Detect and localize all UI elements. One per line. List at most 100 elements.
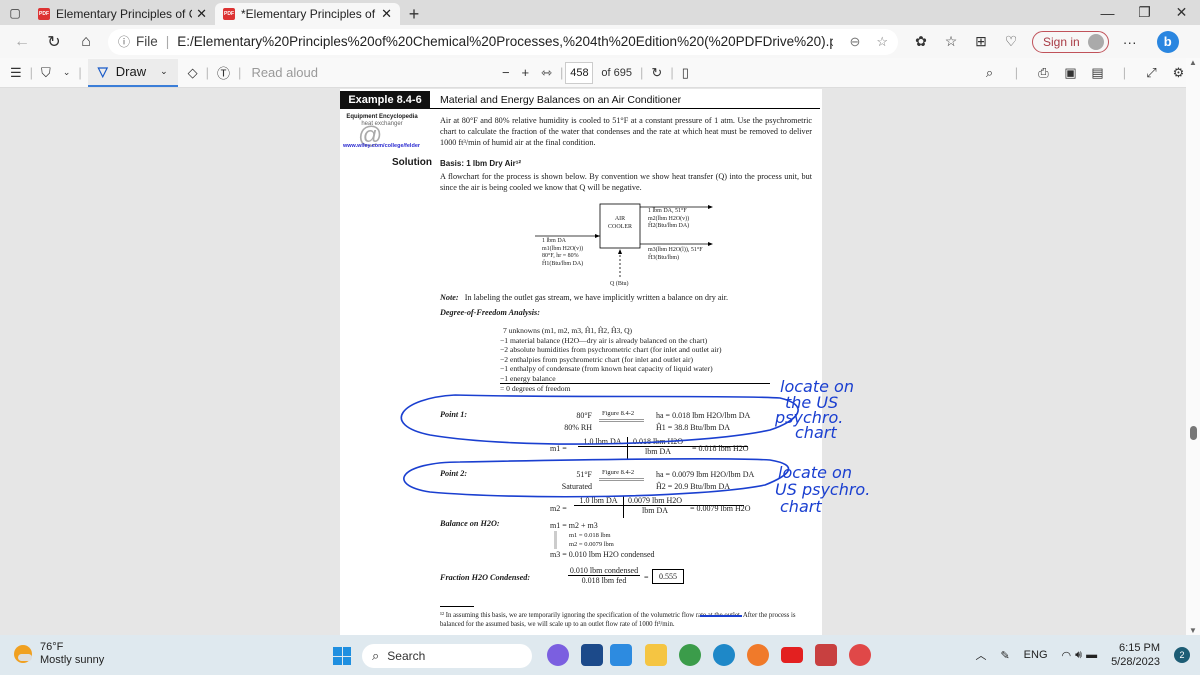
- battery-icon[interactable]: ▬: [1086, 649, 1097, 661]
- search-icon[interactable]: ⌕: [976, 65, 1003, 81]
- favorites-icon[interactable]: ☆: [936, 33, 966, 50]
- minimize-button[interactable]: —: [1089, 0, 1126, 25]
- language-indicator[interactable]: ENG: [1024, 649, 1048, 661]
- add-text-icon[interactable]: Ⓣ: [211, 59, 236, 87]
- zoom-out-button[interactable]: −: [496, 59, 516, 87]
- vertical-scrollbar[interactable]: ▲ ▼: [1186, 58, 1200, 635]
- close-tab-icon[interactable]: ✕: [196, 6, 207, 22]
- m1-result: = 0.018 lbm H2O: [692, 444, 749, 453]
- numerator: 1.0 lbm DA: [574, 496, 624, 505]
- stream-line: m2(lbm H2O(v)): [648, 215, 690, 222]
- fraction-expression: 0.010 lbm condensed 0.018 lbm fed: [568, 566, 640, 585]
- page-number-input[interactable]: 458: [565, 61, 594, 84]
- chrome-icon[interactable]: [679, 644, 701, 666]
- zoom-icon[interactable]: ⊖: [849, 34, 860, 50]
- pen-icon: ▽: [97, 63, 108, 79]
- dof-line: 7 unknowns (m1, m2, m3, Ĥ1, Ĥ2, Ĥ3, Q): [503, 326, 633, 335]
- note-text: In labeling the outlet gas stream, we ha…: [464, 293, 729, 302]
- save-icon[interactable]: ▣: [1057, 65, 1084, 81]
- balance-equations: m1 = m2 + m3 m1 = 0.018 lbm m2 = 0.0079 …: [550, 520, 655, 560]
- contents-icon[interactable]: ☰: [4, 59, 28, 87]
- save-as-icon[interactable]: ▤: [1084, 65, 1111, 81]
- tab-1[interactable]: PDF Elementary Principles of Chemica ✕: [30, 3, 215, 25]
- read-aloud-button[interactable]: Read aloud: [243, 65, 318, 80]
- equation: m3 = 0.010 lbm H2O condensed: [550, 550, 655, 559]
- divider: |: [670, 65, 674, 80]
- taskbar-search[interactable]: ⌕ Search: [362, 644, 532, 668]
- mail-icon[interactable]: [610, 644, 632, 666]
- divider: |: [78, 65, 82, 80]
- scroll-thumb[interactable]: [1190, 426, 1197, 440]
- highlight-icon[interactable]: ⛉: [35, 59, 57, 87]
- more-menu-icon[interactable]: ···: [1115, 34, 1145, 50]
- condition: Saturated: [561, 482, 592, 491]
- example-title: Material and Energy Balances on an Air C…: [440, 94, 682, 106]
- stream-line: 1 lbm DA, 51°F: [648, 208, 687, 214]
- chevron-down-icon[interactable]: ⌄: [57, 59, 77, 87]
- zoom-in-button[interactable]: +: [516, 59, 536, 87]
- numerator: 0.0079 lbm H2O: [628, 496, 682, 505]
- page-view-icon[interactable]: ▯: [676, 59, 695, 87]
- app-icon[interactable]: [849, 644, 871, 666]
- avatar: [1087, 33, 1104, 50]
- fit-to-page-icon[interactable]: ⇿: [535, 59, 558, 87]
- stream-line: m3(lbm H2O(l)), 51°F: [648, 247, 703, 253]
- weather-widget[interactable]: 76°F Mostly sunny: [14, 641, 104, 667]
- chevron-down-icon[interactable]: ⌄: [160, 66, 168, 77]
- unit-label-line: AIR: [614, 216, 626, 222]
- print-icon[interactable]: ⎙: [1030, 65, 1057, 81]
- show-hidden-icons-chevron[interactable]: ︿: [975, 647, 986, 663]
- url-text: E:/Elementary%20Principles%20of%20Chemic…: [177, 34, 834, 49]
- tab-2[interactable]: PDF *Elementary Principles of Chemic ✕: [215, 3, 400, 25]
- volume-icon[interactable]: 🔊︎: [1075, 649, 1082, 662]
- edge-icon[interactable]: [713, 644, 735, 666]
- denominator: lbm DA: [645, 447, 671, 456]
- url-scheme-label: File: [136, 34, 158, 49]
- file-explorer-icon[interactable]: [645, 644, 667, 666]
- favorite-star-icon[interactable]: ☆: [876, 34, 888, 50]
- scroll-down-icon[interactable]: ▼: [1189, 626, 1197, 635]
- eraser-icon[interactable]: ◇: [182, 59, 204, 87]
- stream-line: Ĥ2(Btu/lbm DA): [648, 223, 690, 229]
- windows-start-icon[interactable]: [333, 647, 351, 665]
- back-button[interactable]: ←: [6, 27, 38, 57]
- fullscreen-icon[interactable]: ⤢: [1138, 65, 1165, 81]
- home-button[interactable]: ⌂: [70, 27, 102, 57]
- rotate-icon[interactable]: ↻: [645, 59, 668, 87]
- notification-badge[interactable]: 2: [1174, 647, 1190, 663]
- wiley-link[interactable]: www.wiley.com/college/felder: [343, 143, 420, 149]
- problem-statement: Air at 80°F and 80% relative humidity is…: [440, 116, 812, 147]
- fraction-result: 0.555: [652, 569, 684, 584]
- clock[interactable]: 6:15 PM 5/28/2023: [1111, 641, 1160, 669]
- info-icon[interactable]: ⓘ: [118, 33, 130, 50]
- stream-line: 1 lbm DA: [542, 238, 566, 244]
- tab-actions-icon[interactable]: ▢: [0, 0, 30, 25]
- store-icon[interactable]: [581, 644, 603, 666]
- wifi-icon[interactable]: ◠: [1062, 649, 1072, 662]
- restore-button[interactable]: ❐: [1126, 0, 1163, 25]
- system-tray: ︿ ✎ ENG ◠ 🔊︎ ▬ 6:15 PM 5/28/2023 2: [961, 641, 1190, 669]
- refresh-button[interactable]: ↻: [38, 27, 70, 57]
- flowchart: AIR COOLER 1 lbm DA m1(lbm H2O(v)) 80°F,…: [530, 201, 720, 291]
- close-window-button[interactable]: ✕: [1163, 0, 1200, 25]
- browser-essentials-icon[interactable]: ♡: [996, 33, 1026, 50]
- url-field[interactable]: ⓘ File | E:/Elementary%20Principles%20of…: [108, 28, 898, 55]
- firefox-icon[interactable]: [747, 644, 769, 666]
- ccleaner-icon[interactable]: [815, 644, 837, 666]
- draw-button[interactable]: ▽ Draw ⌄: [87, 58, 178, 87]
- weather-desc: Mostly sunny: [40, 654, 105, 666]
- bing-chat-icon[interactable]: b: [1156, 30, 1179, 53]
- collections-icon[interactable]: ⊞: [966, 33, 996, 50]
- teams-chat-icon[interactable]: [547, 644, 569, 666]
- encyclopedia-title: Equipment Encyclopedia: [346, 114, 418, 120]
- youtube-icon[interactable]: [781, 647, 803, 663]
- scroll-up-icon[interactable]: ▲: [1189, 58, 1197, 67]
- stream-line: Ĥ3(Btu/lbm): [648, 254, 679, 261]
- extensions-icon[interactable]: ✿: [906, 33, 936, 50]
- equation: m1 = m2 + m3: [550, 521, 598, 530]
- new-tab-button[interactable]: +: [400, 3, 428, 25]
- sign-in-button[interactable]: Sign in: [1032, 30, 1109, 53]
- arrow-icon: [599, 478, 644, 481]
- close-tab-icon[interactable]: ✕: [381, 6, 392, 22]
- pen-menu-icon[interactable]: ✎: [1000, 649, 1009, 662]
